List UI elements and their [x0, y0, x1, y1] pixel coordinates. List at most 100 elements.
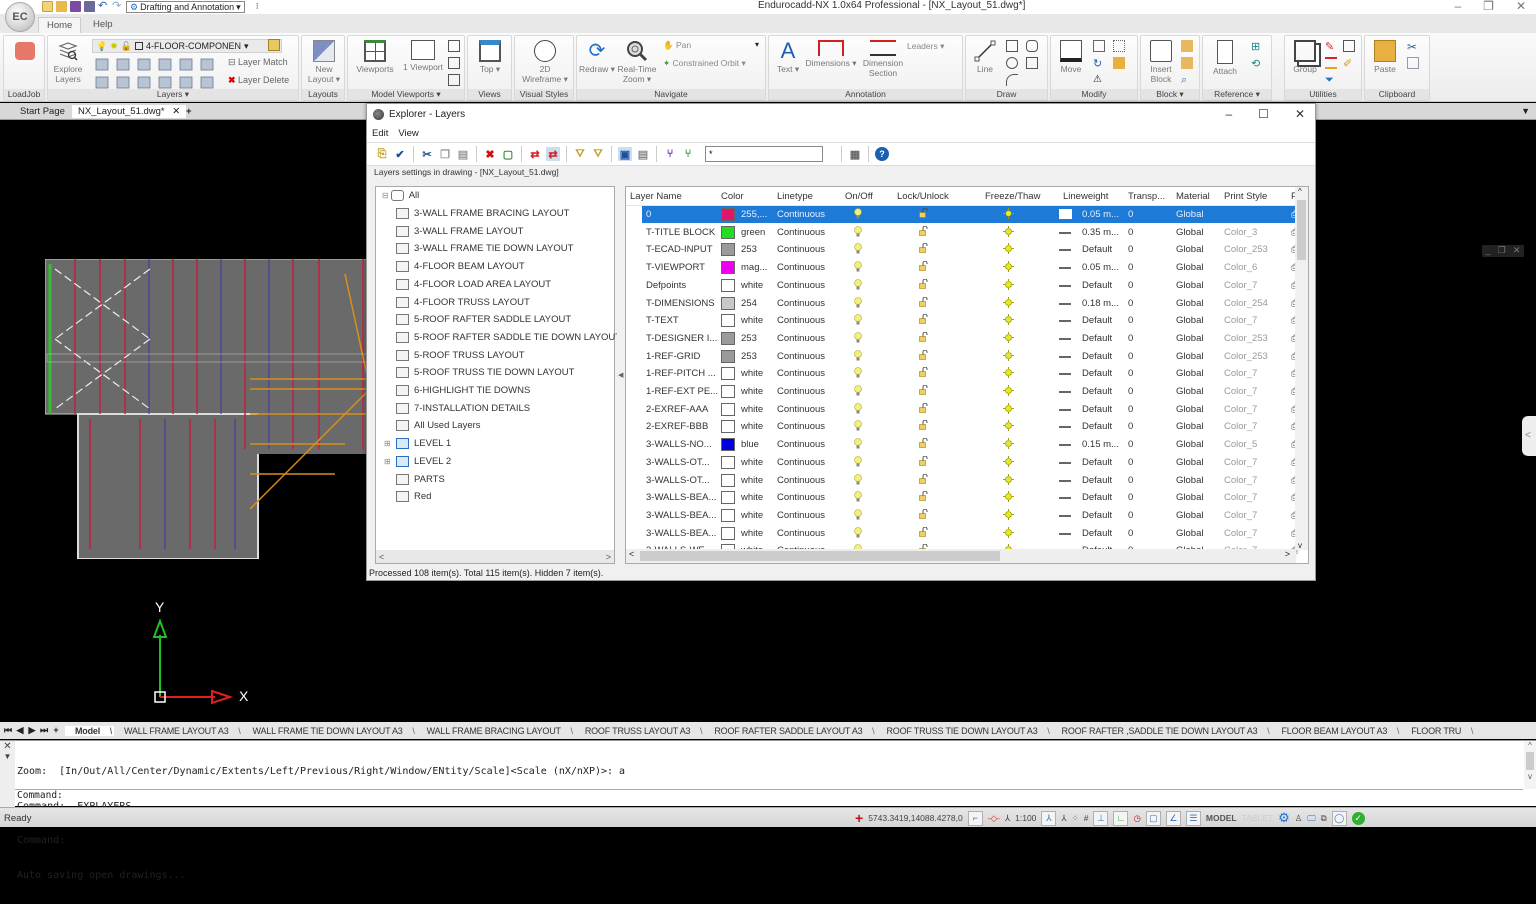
layer-print-style[interactable]: Color_7 — [1224, 528, 1257, 539]
layer-lineweight[interactable]: 0.05 m... — [1082, 262, 1119, 273]
unlock-icon[interactable] — [919, 314, 928, 324]
color-swatch[interactable] — [721, 278, 735, 292]
attach-button[interactable]: Attach — [1207, 40, 1243, 76]
thaw-sun-icon[interactable] — [1003, 349, 1014, 361]
cut-icon[interactable]: ✂ — [420, 147, 434, 161]
layer-states-icon[interactable]: ▤ — [636, 147, 650, 161]
layer-row[interactable]: T-DIMENSIONS 254 Continuous 0.18 m... 0 Globa… — [626, 295, 1298, 313]
scroll-right-icon[interactable]: > — [606, 552, 611, 562]
col-transparency[interactable]: Transp... — [1128, 191, 1165, 202]
close-button[interactable]: ✕ — [1516, 0, 1526, 13]
layer-color[interactable]: white — [741, 386, 763, 397]
grid-vertical-scrollbar[interactable]: ^ v — [1295, 187, 1308, 550]
prev-tab-icon[interactable]: ◀ — [15, 725, 25, 736]
tree-item[interactable]: 3-WALL FRAME LAYOUT — [396, 223, 523, 240]
thaw-sun-icon[interactable] — [1003, 208, 1014, 219]
bulb-on-icon[interactable] — [854, 278, 862, 290]
layer-material[interactable]: Global — [1176, 457, 1203, 468]
object-snap-tracking-icon[interactable]: ◷ — [1133, 813, 1140, 824]
layer-print-style[interactable]: Color_7 — [1224, 315, 1257, 326]
layout-tab[interactable]: ROOF RAFTER SADDLE LAYOUT A3 — [704, 726, 876, 736]
regen-all-icon[interactable]: ⇄ — [546, 147, 560, 161]
unlock-icon[interactable] — [919, 208, 928, 218]
layer-transparency[interactable]: 0 — [1128, 298, 1133, 309]
layer-material[interactable]: Global — [1176, 315, 1203, 326]
layer-material[interactable]: Global — [1176, 421, 1203, 432]
tree-item[interactable]: 3-WALL FRAME BRACING LAYOUT — [396, 205, 569, 222]
annotation-visibility-icon[interactable]: ⅄ — [1041, 810, 1057, 826]
layer-row[interactable]: 1-REF-GRID 253 Continuous Default 0 Global Col… — [626, 348, 1298, 366]
layer-lineweight[interactable]: Default — [1082, 421, 1112, 432]
group-label[interactable]: Reference ▾ — [1203, 89, 1271, 100]
paste-icon[interactable]: ▤ — [456, 147, 470, 161]
bulb-on-icon[interactable] — [854, 296, 862, 308]
block-edit-icon[interactable] — [1181, 40, 1193, 52]
layer-lineweight[interactable]: 0.05 m... — [1082, 209, 1119, 220]
layer-transparency[interactable]: 0 — [1128, 386, 1133, 397]
wand-icon[interactable]: ✐ — [1343, 57, 1355, 70]
layer-material[interactable]: Global — [1176, 475, 1203, 486]
tree-item[interactable]: 4-FLOOR LOAD AREA LAYOUT — [396, 276, 551, 293]
pane-splitter[interactable]: ◀ — [617, 186, 624, 564]
layer-row[interactable]: 1-REF-EXT PE... white Continuous Default 0 Gl… — [626, 383, 1298, 401]
open-icon[interactable] — [56, 1, 67, 12]
unlock-icon[interactable] — [919, 367, 928, 378]
scroll-right-icon[interactable]: > — [1285, 549, 1290, 559]
layer-row[interactable]: T-TITLE BLOCK green Continuous 0.35 m... 0 Gl… — [626, 224, 1298, 242]
layer-name[interactable]: 1-REF-EXT PE... — [646, 386, 718, 397]
layer-transparency[interactable]: 0 — [1128, 457, 1133, 468]
thaw-sun-icon[interactable] — [1003, 473, 1014, 485]
tree-item[interactable]: 5-ROOF RAFTER SADDLE LAYOUT — [396, 311, 571, 328]
three-viewports-icon[interactable] — [448, 57, 460, 69]
layer-linetype[interactable]: Continuous — [777, 492, 825, 503]
layer-linetype[interactable]: Continuous — [777, 351, 825, 362]
help-icon[interactable]: ? — [875, 147, 889, 161]
layer-name[interactable]: T-ECAD-INPUT — [646, 244, 713, 255]
layer-lineweight[interactable]: Default — [1082, 510, 1112, 521]
layer-linetype[interactable]: Continuous — [777, 368, 825, 379]
layer-print-style[interactable]: Color_7 — [1224, 457, 1257, 468]
expand-icon[interactable]: ⊞ — [384, 439, 391, 448]
restore-button[interactable]: ❐ — [1483, 0, 1494, 13]
coordinates[interactable]: 5743.3419,14088.4278,0 — [868, 813, 963, 823]
col-on-off[interactable]: On/Off — [845, 191, 873, 202]
copy-icon[interactable] — [1407, 57, 1419, 69]
layer-linetype[interactable]: Continuous — [777, 404, 825, 415]
layer-name[interactable]: 0 — [646, 209, 651, 220]
col-material[interactable]: Material — [1176, 191, 1210, 202]
layer-print-style[interactable]: Color_7 — [1224, 386, 1257, 397]
layer-linetype[interactable]: Continuous — [777, 475, 825, 486]
unlock-icon[interactable] — [919, 526, 928, 537]
col-color[interactable]: Color — [721, 191, 744, 202]
layer-transparency[interactable]: 0 — [1128, 510, 1133, 521]
doc-tab-start-page[interactable]: Start Page — [14, 105, 71, 118]
ortho-icon[interactable]: ⊥ — [1093, 810, 1109, 826]
realtime-zoom-button[interactable]: Real-Time Zoom ▾ — [615, 40, 659, 84]
tree-item[interactable]: ⊞ LEVEL 2 — [384, 453, 451, 470]
tree-horizontal-scrollbar[interactable]: < > — [376, 550, 614, 563]
layer-transparency[interactable]: 0 — [1128, 351, 1133, 362]
viewport-minimize[interactable]: _ — [1486, 245, 1491, 257]
color-swatch[interactable] — [721, 296, 735, 310]
layer-print-style[interactable]: Color_7 — [1224, 368, 1257, 379]
new-tab-button[interactable]: + — [180, 105, 198, 118]
tree-item[interactable]: 7-INSTALLATION DETAILS — [396, 400, 530, 417]
unlock-icon[interactable] — [919, 420, 928, 431]
polar-icon[interactable]: ∟ — [1113, 810, 1129, 826]
layer-row[interactable]: 2-EXREF-AAA white Continuous Default 0 Global… — [626, 401, 1298, 419]
layer-lineweight[interactable]: Default — [1082, 244, 1112, 255]
workspace-icon[interactable]: 🖵 — [1307, 813, 1315, 824]
layer-row[interactable]: T-VIEWPORT mag... Continuous 0.05 m... 0 Glob… — [626, 259, 1298, 277]
last-tab-icon[interactable]: ⏭ — [39, 725, 49, 736]
new-layout-button[interactable]: New Layout ▾ — [306, 40, 342, 84]
layer-print-style[interactable]: Color_5 — [1224, 439, 1257, 450]
layer-name[interactable]: Defpoints — [646, 280, 686, 291]
new-filter-icon[interactable]: ⛛ — [573, 147, 587, 161]
layer-print-style[interactable]: Color_7 — [1224, 492, 1257, 503]
unlock-icon[interactable] — [919, 473, 928, 484]
bulb-on-icon[interactable] — [854, 402, 862, 414]
layer-dropdown[interactable]: 💡 ✹ 🔓 4-FLOOR-COMPONEN ▾ — [92, 39, 282, 53]
collapse-left-icon[interactable]: ◀ — [618, 371, 623, 379]
line-button[interactable]: Line — [970, 40, 1000, 74]
scroll-down-icon[interactable]: v — [1524, 772, 1536, 781]
